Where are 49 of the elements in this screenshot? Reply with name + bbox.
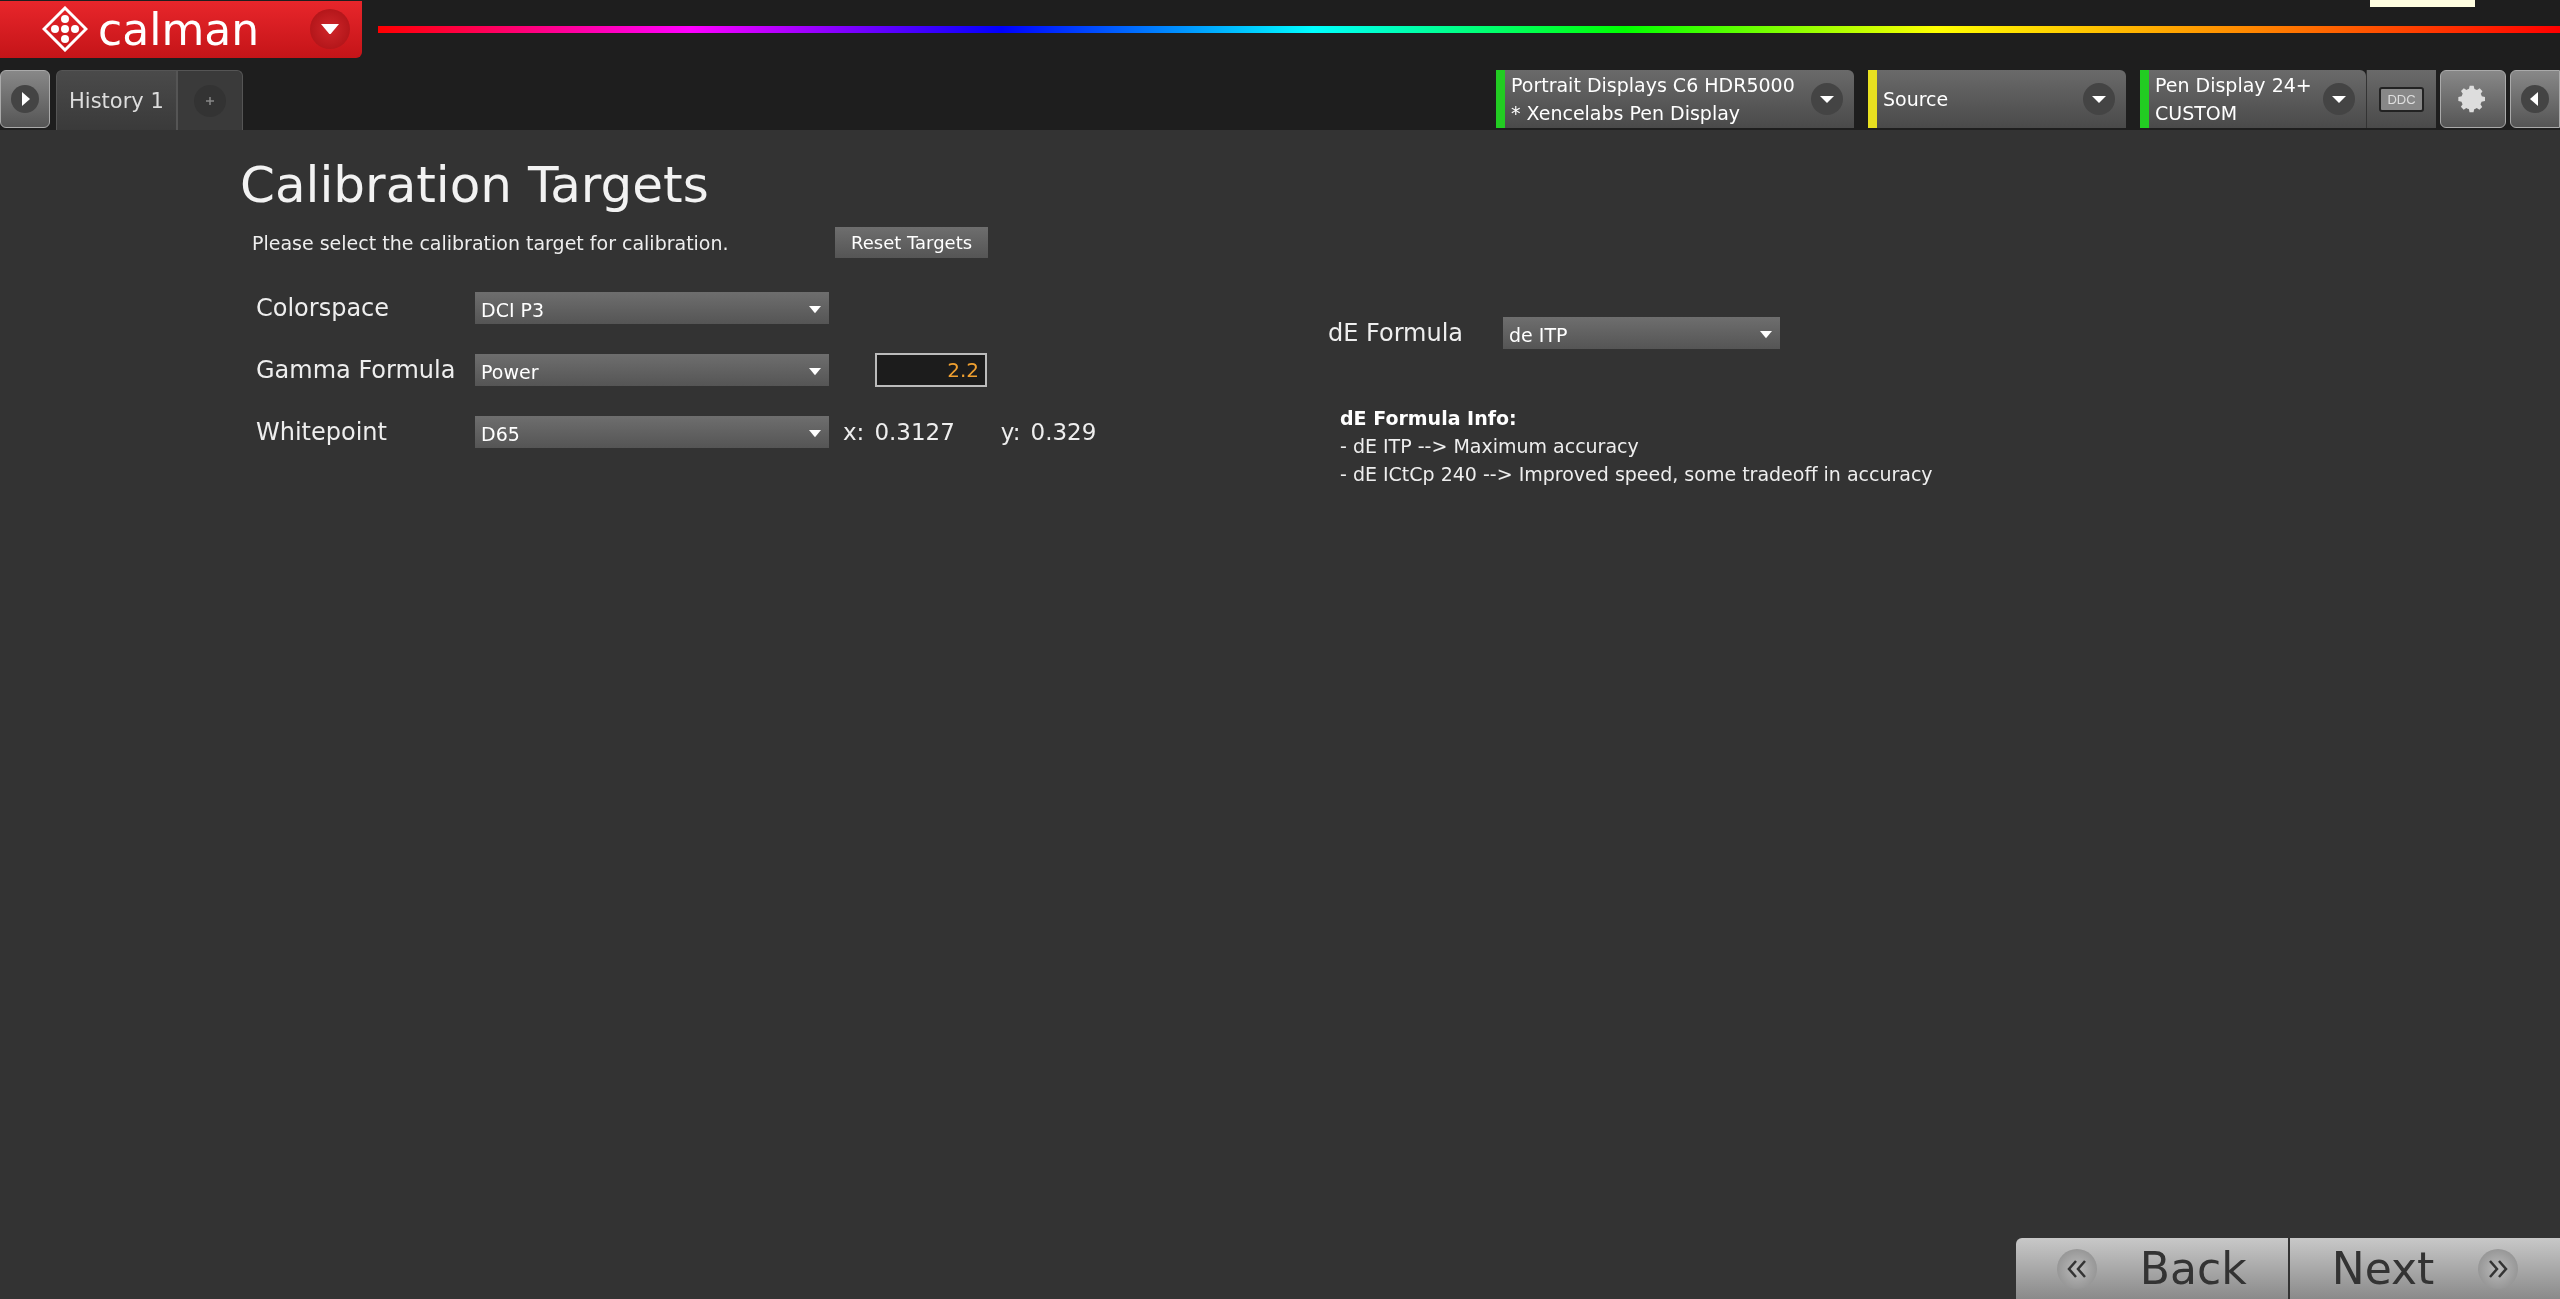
field-label: Colorspace — [256, 294, 391, 322]
caret-icon — [809, 306, 821, 314]
device-label: CUSTOM — [2155, 101, 2239, 126]
plus-icon — [192, 83, 227, 118]
dropdown[interactable]: de ITP — [1503, 317, 1780, 349]
coordinate-value: 0.329 — [1030, 419, 1097, 445]
menu-dropdown-button[interactable] — [310, 9, 350, 49]
dropdown-icon — [1810, 82, 1844, 116]
caret-icon — [321, 23, 339, 35]
info-text: - dE ITP --> Maximum accuracy — [1340, 434, 1640, 459]
app-logo[interactable]: calman — [0, 0, 362, 58]
device-label: Portrait Displays C6 HDR5000 — [1511, 73, 1795, 98]
dropdown-icon — [2082, 82, 2116, 116]
device-selector[interactable]: Portrait Displays C6 HDR5000 * Xencelabs Pen Display — [1496, 70, 1854, 128]
settings-button[interactable] — [2440, 70, 2506, 128]
history-tab[interactable]: History 1 — [56, 70, 177, 130]
double-left-chevron-icon — [2066, 1258, 2089, 1279]
gamma-input[interactable]: 2.2 — [875, 353, 987, 387]
dropdown[interactable]: D65 — [475, 416, 829, 448]
caret-icon — [809, 430, 821, 438]
caret-icon — [809, 368, 821, 376]
double-right-chevron-icon — [2487, 1258, 2510, 1279]
play-icon — [10, 84, 40, 114]
device-selector[interactable]: Source — [1868, 70, 2126, 128]
next-button[interactable]: Next — [2288, 1238, 2560, 1299]
device-label: Source — [1883, 87, 1949, 112]
field-label: Whitepoint — [256, 418, 388, 446]
expand-button[interactable] — [0, 70, 50, 128]
device-label: Pen Display 24+ — [2155, 73, 2312, 98]
logo-icon — [42, 6, 88, 52]
info-title: dE Formula Info: — [1340, 406, 1518, 431]
dropdown[interactable]: DCI P3 — [475, 292, 829, 324]
dropdown[interactable]: Power — [475, 354, 829, 386]
back-button[interactable]: Back — [2016, 1238, 2288, 1299]
info-text: - dE ICtCp 240 --> Improved speed, some tradeoff in accuracy — [1340, 462, 1933, 487]
page-title: Calibration Targets — [240, 156, 710, 214]
device-label: * Xencelabs Pen Display — [1511, 101, 1742, 126]
dropdown-icon — [2322, 82, 2356, 116]
coordinate-label: x: — [843, 419, 865, 445]
instruction-text: Please select the calibration target for calibration. — [252, 231, 730, 254]
coordinate-label: y: — [1000, 419, 1021, 445]
caret-icon — [1760, 331, 1772, 339]
device-selector[interactable]: Pen Display 24+ CUSTOM — [2140, 70, 2366, 128]
reset-targets-button[interactable]: Reset Targets — [834, 226, 990, 259]
field-label: Gamma Formula — [256, 356, 457, 384]
coordinate-value: 0.3127 — [874, 419, 955, 445]
field-label: dE Formula — [1328, 319, 1465, 347]
collapse-button[interactable] — [2510, 70, 2560, 128]
logo-text: calman — [98, 3, 261, 55]
